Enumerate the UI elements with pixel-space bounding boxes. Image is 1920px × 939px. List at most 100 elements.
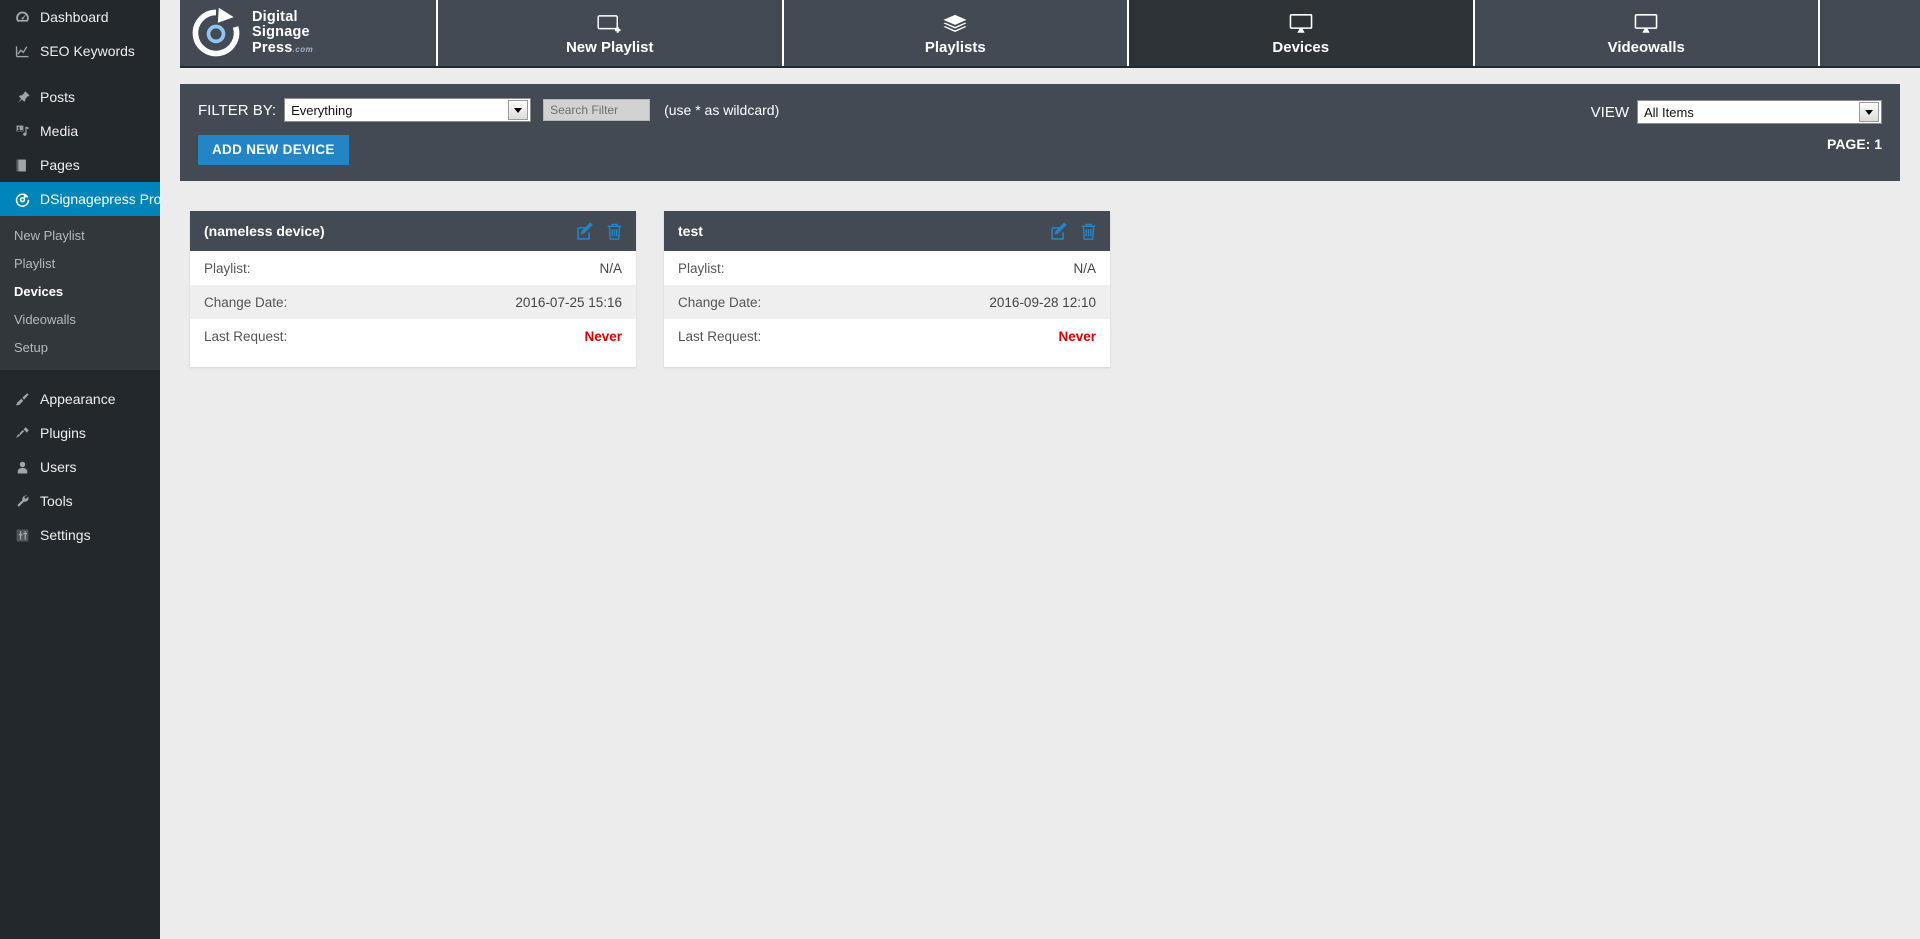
sidebar-item-seo-keywords[interactable]: SEO Keywords <box>0 34 160 68</box>
filter-by-select[interactable]: Everything <box>284 98 532 122</box>
sidebar-item-label: SEO Keywords <box>40 43 135 59</box>
sidebar-submenu: New Playlist Playlist Devices Videowalls… <box>0 216 160 370</box>
dashboard-icon <box>12 7 32 27</box>
tab-label: Playlists <box>924 38 986 56</box>
brand-line-2: Signage <box>252 24 310 41</box>
submenu-item-videowalls[interactable]: Videowalls <box>0 306 160 334</box>
sidebar-divider-2 <box>0 370 160 382</box>
trash-icon[interactable] <box>605 222 624 241</box>
view-select[interactable]: All Items <box>1637 100 1882 124</box>
screen-plus-icon <box>597 11 623 35</box>
dsp-circular-arrow-logo-icon <box>188 5 244 61</box>
tab-new-playlist[interactable]: New Playlist <box>438 0 784 66</box>
edit-pencil-icon[interactable] <box>1050 221 1069 241</box>
tab-devices[interactable]: Devices <box>1129 0 1475 66</box>
sidebar-item-media[interactable]: Media <box>0 114 160 148</box>
device-row-playlist: Playlist: N/A <box>664 251 1110 285</box>
submenu-item-devices[interactable]: Devices <box>0 278 160 306</box>
row-value: N/A <box>599 260 622 276</box>
refresh-circle-icon <box>12 189 32 209</box>
chevron-down-icon[interactable] <box>1859 102 1879 122</box>
row-value: Never <box>1058 328 1096 344</box>
row-value: Never <box>584 328 622 344</box>
view-value: All Items <box>1644 104 1694 120</box>
filter-by-value: Everything <box>291 102 353 118</box>
sidebar-item-plugins[interactable]: Plugins <box>0 416 160 450</box>
row-label: Change Date: <box>204 294 288 310</box>
brand-logo-block[interactable]: Digital Signage Press.com <box>180 0 438 66</box>
monitor-icon <box>1633 11 1659 35</box>
device-row-last-request: Last Request: Never <box>664 319 1110 353</box>
device-card-header: test <box>664 211 1110 251</box>
row-label: Last Request: <box>204 328 288 344</box>
device-row-change-date: Change Date: 2016-09-28 12:10 <box>664 285 1110 319</box>
tab-label: Videowalls <box>1607 38 1685 56</box>
app-container: Digital Signage Press.com New Playlist P… <box>160 0 1920 939</box>
filter-by-label: FILTER BY: <box>198 101 277 119</box>
device-row-last-request: Last Request: Never <box>190 319 636 353</box>
content-area: FILTER BY: Everything (use * as wildcard… <box>160 68 1920 939</box>
device-card: (nameless device) Playlist: N/A Change D… <box>190 211 636 367</box>
device-row-playlist: Playlist: N/A <box>190 251 636 285</box>
sidebar-item-dashboard[interactable]: Dashboard <box>0 0 160 34</box>
sidebar-item-posts[interactable]: Posts <box>0 80 160 114</box>
media-icon <box>12 121 32 141</box>
plug-icon <box>12 423 32 443</box>
sidebar-group-1: Dashboard SEO Keywords <box>0 0 160 68</box>
chevron-down-icon[interactable] <box>508 100 529 120</box>
sliders-icon <box>12 525 32 545</box>
device-card-actions <box>576 221 624 241</box>
layers-icon <box>942 11 968 35</box>
chart-line-icon <box>12 41 32 61</box>
search-input[interactable] <box>543 99 651 121</box>
sidebar-item-label: DSignagepress Pro <box>40 191 162 207</box>
tab-videowalls[interactable]: Videowalls <box>1475 0 1820 66</box>
device-name: (nameless device) <box>204 223 325 239</box>
add-new-device-button[interactable]: ADD NEW DEVICE <box>198 135 349 165</box>
sidebar-divider-1 <box>0 68 160 80</box>
device-card-list: (nameless device) Playlist: N/A Change D… <box>180 181 1900 367</box>
device-card-footer <box>190 353 636 367</box>
submenu-item-playlist[interactable]: Playlist <box>0 250 160 278</box>
sidebar-item-label: Tools <box>40 493 73 509</box>
brand-line-1: Digital <box>252 9 298 26</box>
filter-toolbar: FILTER BY: Everything (use * as wildcard… <box>180 84 1900 181</box>
sidebar-item-appearance[interactable]: Appearance <box>0 382 160 416</box>
sidebar-item-label: Dashboard <box>40 9 109 25</box>
tab-label: New Playlist <box>565 38 654 56</box>
sidebar-item-settings[interactable]: Settings <box>0 518 160 552</box>
page-icon <box>12 155 32 175</box>
page-indicator: PAGE: 1 <box>1827 136 1882 152</box>
tab-label: Devices <box>1272 38 1330 56</box>
sidebar-item-label: Users <box>40 459 77 475</box>
device-card-footer <box>664 353 1110 367</box>
row-label: Change Date: <box>678 294 762 310</box>
sidebar-item-dsignagepress-pro[interactable]: DSignagepress Pro <box>0 182 168 216</box>
edit-pencil-icon[interactable] <box>576 221 595 241</box>
view-label: VIEW <box>1590 103 1629 121</box>
tab-playlists[interactable]: Playlists <box>784 0 1129 66</box>
sidebar-item-tools[interactable]: Tools <box>0 484 160 518</box>
sidebar-item-label: Plugins <box>40 425 86 441</box>
device-row-change-date: Change Date: 2016-07-25 15:16 <box>190 285 636 319</box>
row-value: 2016-09-28 12:10 <box>989 294 1096 310</box>
sidebar-item-pages[interactable]: Pages <box>0 148 160 182</box>
row-value: N/A <box>1073 260 1096 276</box>
trash-icon[interactable] <box>1079 222 1098 241</box>
app-topnav: Digital Signage Press.com New Playlist P… <box>180 0 1920 68</box>
wrench-icon <box>12 491 32 511</box>
sidebar-group-2: Posts Media Pages DSignagepress Pro <box>0 80 168 216</box>
submenu-item-new-playlist[interactable]: New Playlist <box>0 222 160 250</box>
device-card: test Playlist: N/A Change Date: 2016-09-… <box>664 211 1110 367</box>
row-value: 2016-07-25 15:16 <box>515 294 622 310</box>
row-label: Playlist: <box>678 260 725 276</box>
admin-sidebar: Dashboard SEO Keywords Posts Media Pages… <box>0 0 168 939</box>
sidebar-item-label: Appearance <box>40 391 116 407</box>
pin-icon <box>12 87 32 107</box>
sidebar-item-users[interactable]: Users <box>0 450 160 484</box>
user-icon <box>12 457 32 477</box>
row-label: Playlist: <box>204 260 251 276</box>
submenu-item-setup[interactable]: Setup <box>0 334 160 362</box>
wildcard-hint: (use * as wildcard) <box>664 102 780 118</box>
topnav-spacer <box>1820 0 1920 66</box>
